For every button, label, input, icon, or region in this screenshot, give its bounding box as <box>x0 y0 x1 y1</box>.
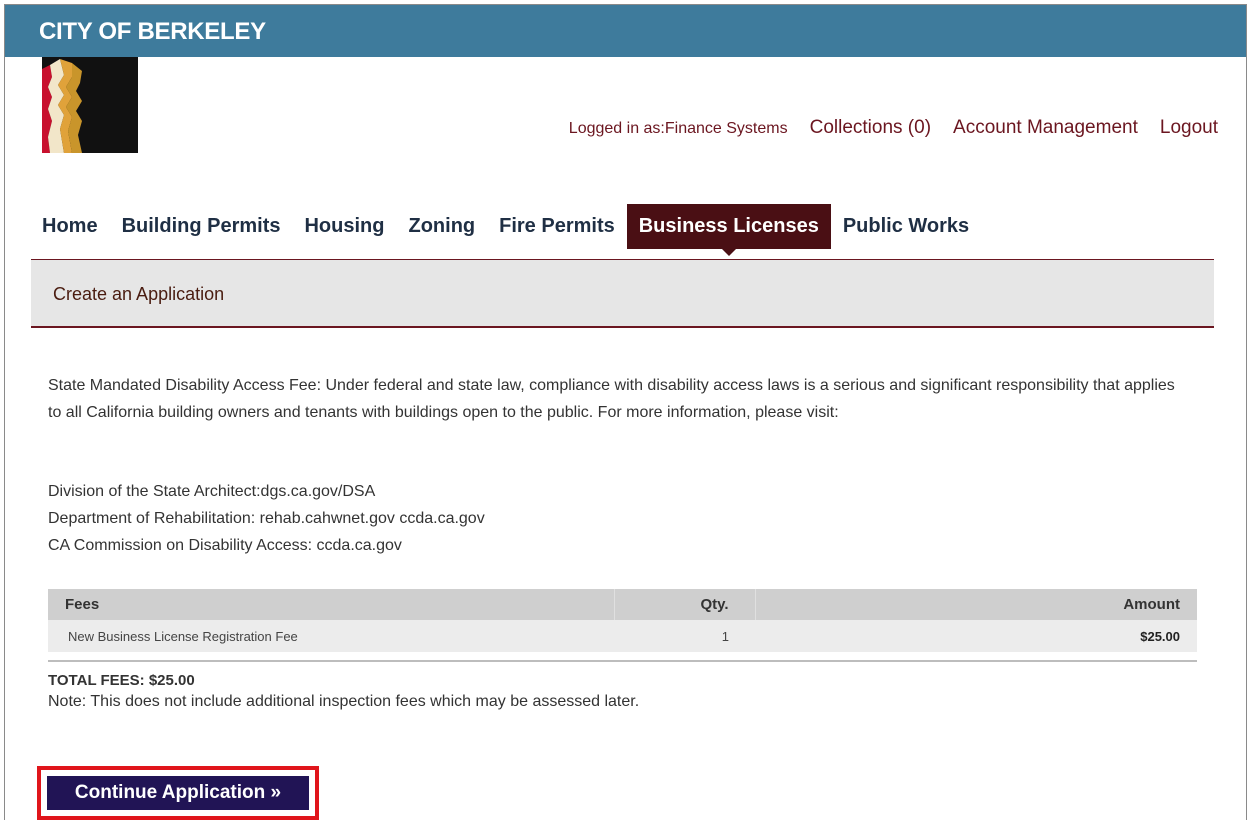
fees-header-row: Fees Qty. Amount <box>48 589 1197 620</box>
nav-fire-permits[interactable]: Fire Permits <box>487 204 627 249</box>
city-logo[interactable] <box>42 57 138 153</box>
resource-ccda: CA Commission on Disability Access: ccda… <box>48 537 402 554</box>
col-qty: Qty. <box>614 589 756 620</box>
city-title: CITY OF BERKELEY <box>39 18 266 45</box>
collections-link[interactable]: Collections (0) <box>810 117 931 139</box>
table-row: New Business License Registration Fee 1 … <box>48 620 1197 652</box>
resource-dsa: Division of the State Architect:dgs.ca.g… <box>48 483 376 500</box>
logo-faces-graphic <box>42 57 138 153</box>
fees-table: Fees Qty. Amount New Business License Re… <box>48 589 1197 652</box>
disability-fee-notice: State Mandated Disability Access Fee: Un… <box>48 377 1175 421</box>
nav-home[interactable]: Home <box>30 204 110 249</box>
nav-public-works[interactable]: Public Works <box>831 204 981 249</box>
nav-business-licenses[interactable]: Business Licenses <box>626 204 831 256</box>
resource-links: Division of the State Architect:dgs.ca.g… <box>48 478 485 559</box>
logged-in-label: Logged in as:Finance Systems <box>568 120 788 137</box>
top-banner: CITY OF BERKELEY <box>5 5 1246 57</box>
logout-link[interactable]: Logout <box>1160 117 1218 139</box>
account-management-link[interactable]: Account Management <box>953 117 1138 139</box>
fee-amount: $25.00 <box>755 620 1197 652</box>
nav-housing[interactable]: Housing <box>292 204 396 249</box>
divider <box>48 660 1197 662</box>
user-links: Logged in as:Finance Systems Collections… <box>569 117 1218 139</box>
total-fees: TOTAL FEES: $25.00 <box>48 672 195 689</box>
fee-qty: 1 <box>614 620 755 652</box>
continue-application-button[interactable]: Continue Application » <box>47 776 309 810</box>
main-nav: Home Building Permits Housing Zoning Fir… <box>30 204 981 256</box>
nav-building-permits[interactable]: Building Permits <box>110 204 293 249</box>
section-header: Create an Application <box>31 259 1214 328</box>
continue-highlight: Continue Application » <box>37 766 319 820</box>
resource-rehab: Department of Rehabilitation: rehab.cahw… <box>48 510 485 527</box>
section-title: Create an Application <box>53 284 225 304</box>
fee-name: New Business License Registration Fee <box>48 620 614 652</box>
nav-zoning[interactable]: Zoning <box>396 204 487 249</box>
fees-note: Note: This does not include additional i… <box>48 693 640 710</box>
col-fees: Fees <box>48 589 615 620</box>
col-amount: Amount <box>755 589 1197 620</box>
